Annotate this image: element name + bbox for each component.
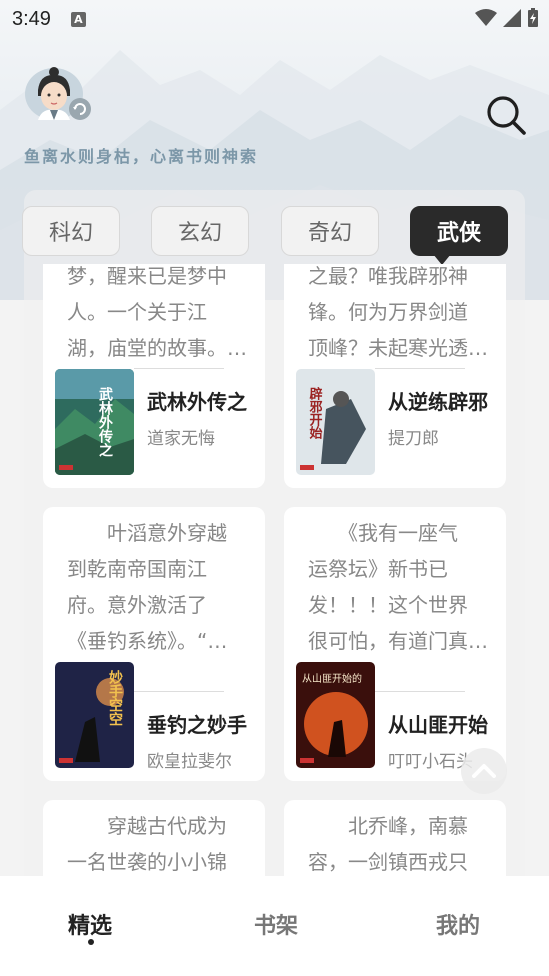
book-title: 从逆练辟邪 xyxy=(388,390,488,414)
motto-text: 鱼离水则身枯，心离书则神索 xyxy=(24,147,259,166)
book-card[interactable]: 穿越古代成为 一名世袭的小小锦 xyxy=(43,800,265,876)
svg-text:辟邪开始: 辟邪开始 xyxy=(307,386,324,440)
battery-icon xyxy=(528,8,538,27)
book-cover: 从山匪开始的 xyxy=(296,662,375,768)
book-card[interactable]: 北乔峰，南慕 容，一剑镇西戎只 xyxy=(284,800,506,876)
book-title: 垂钓之妙手 xyxy=(147,713,247,737)
avatar[interactable] xyxy=(24,64,94,124)
book-description: 《我有一座气 运祭坛》新书已 发！！！这个世界 很可怕，有道门真… xyxy=(308,521,488,653)
wifi-icon xyxy=(475,9,497,26)
book-description: 北乔峰，南慕 容，一剑镇西戎只 xyxy=(308,814,468,874)
signal-icon xyxy=(503,9,521,27)
status-icons xyxy=(475,8,539,28)
book-author: 提刀郎 xyxy=(388,429,439,449)
book-description: 叶滔意外穿越 到乾南帝国南江 府。意外激活了 《垂钓系统》。“… xyxy=(67,521,228,653)
book-title: 武林外传之 xyxy=(147,390,247,414)
book-cover: 妙手空空 xyxy=(55,662,134,768)
tab-scifi[interactable]: 科幻 xyxy=(22,206,120,256)
search-button[interactable] xyxy=(484,94,528,138)
category-tabs: 科幻 玄幻 奇幻 武侠 xyxy=(0,206,549,265)
book-card[interactable]: 《我有一座气 运祭坛》新书已 发！！！这个世界 很可怕，有道门真… 从山匪开始的… xyxy=(284,507,506,781)
book-description: 之最？唯我辟邪神 锋。何为万界剑道 顶峰？未起寒光透… xyxy=(308,264,488,360)
nav-bookshelf[interactable]: 书架 xyxy=(254,908,298,940)
tab-xuanhuan[interactable]: 玄幻 xyxy=(151,206,249,256)
svg-text:武林外传之: 武林外传之 xyxy=(97,386,114,458)
book-author: 道家无悔 xyxy=(147,429,215,449)
book-title: 从山匪开始 xyxy=(388,713,488,737)
nav-featured[interactable]: 精选 xyxy=(68,908,112,940)
book-card[interactable]: 梦，醒来已是梦中 人。一个关于江 湖，庙堂的故事。… 武林外传之 武林外传之 道… xyxy=(43,264,265,488)
svg-text:妙手空空: 妙手空空 xyxy=(107,669,123,726)
book-author: 欧皇拉斐尔 xyxy=(147,752,232,772)
tab-fantasy[interactable]: 奇幻 xyxy=(281,206,379,256)
book-cover: 辟邪开始 xyxy=(296,369,375,475)
search-icon[interactable] xyxy=(484,94,528,138)
svg-text:从山匪开始的: 从山匪开始的 xyxy=(302,672,362,685)
notification-icon: A xyxy=(70,11,86,27)
book-description: 梦，醒来已是梦中 人。一个关于江 湖，庙堂的故事。… xyxy=(67,264,247,360)
nav-profile[interactable]: 我的 xyxy=(436,908,480,940)
tab-wuxia[interactable]: 武侠 xyxy=(410,206,508,265)
book-card[interactable]: 之最？唯我辟邪神 锋。何为万界剑道 顶峰？未起寒光透… 辟邪开始 从逆练辟邪 提… xyxy=(284,264,506,488)
bottom-nav: 精选 书架 我的 xyxy=(0,876,549,976)
refresh-icon[interactable] xyxy=(68,97,92,121)
book-cover: 武林外传之 xyxy=(55,369,134,475)
book-card[interactable]: 叶滔意外穿越 到乾南帝国南江 府。意外激活了 《垂钓系统》。“… 妙手空空 垂钓… xyxy=(43,507,265,781)
active-indicator xyxy=(88,939,94,945)
status-bar: 3:49 A xyxy=(0,0,549,38)
scroll-top-button[interactable] xyxy=(461,748,507,794)
book-description: 穿越古代成为 一名世袭的小小锦 xyxy=(67,814,227,874)
status-time: 3:49 xyxy=(12,7,51,30)
chevron-up-icon[interactable] xyxy=(461,748,507,794)
